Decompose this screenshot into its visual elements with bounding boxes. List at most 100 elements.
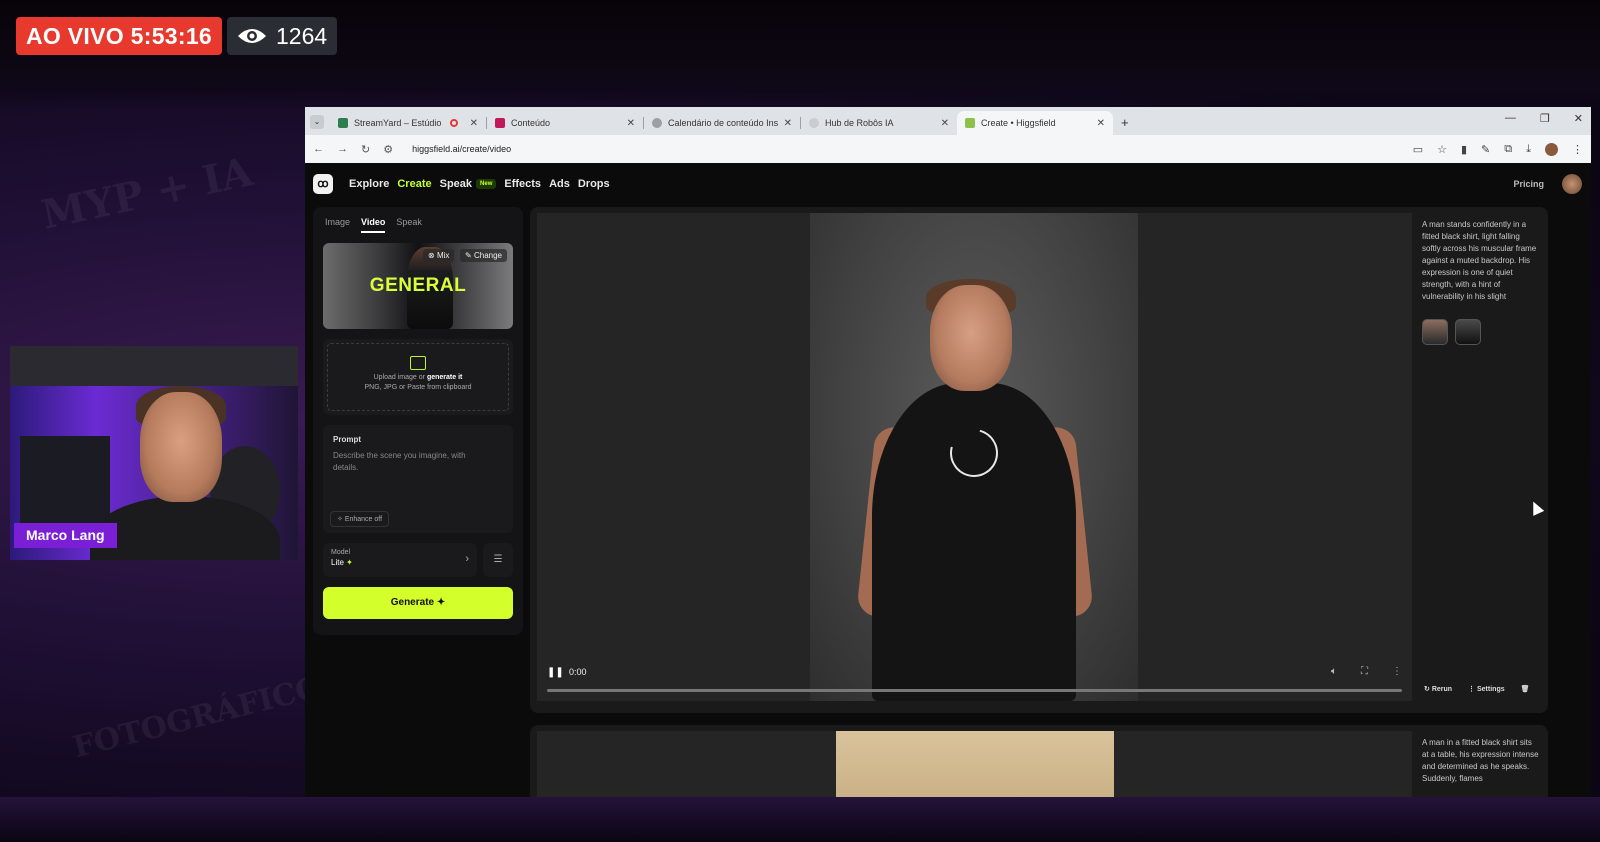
url-field[interactable]: higgsfield.ai/create/video <box>412 144 1400 154</box>
rerun-button[interactable]: ↻ Rerun <box>1424 685 1452 693</box>
result-actions: ↻ Rerun ⋮ Settings 🗑︎ <box>1424 685 1530 693</box>
sparkle-icon: ✦ <box>346 558 353 567</box>
bookmark-star-icon[interactable]: ☆ <box>1437 143 1447 156</box>
generate-label: Generate <box>390 597 435 608</box>
generate-button[interactable]: Generate ✦ <box>323 587 513 619</box>
generate-link[interactable]: generate it <box>427 374 462 381</box>
settings-button[interactable]: ⋮ Settings <box>1468 685 1505 693</box>
live-badge: AO VIVO 5:53:16 <box>16 17 223 55</box>
pause-icon[interactable]: ❚❚ <box>547 667 564 678</box>
upload-hint: PNG, JPG or Paste from clipboard <box>364 384 472 391</box>
tab-higgsfield[interactable]: Create • Higgsfield ✕ <box>957 111 1113 135</box>
toolbar-icons: ▭ ☆ ▮ ✎ ⧉ ⤓ ⋮ <box>1413 142 1583 156</box>
nav-pricing[interactable]: Pricing <box>1513 179 1544 189</box>
window-controls: — ❐ ✕ <box>1505 112 1583 125</box>
close-icon[interactable]: ✕ <box>627 118 635 129</box>
tab-streamyard[interactable]: StreamYard – Estúdio ✕ <box>330 111 486 135</box>
nav-drops[interactable]: Drops <box>578 178 610 190</box>
mix-button[interactable]: ⊗ Mix <box>423 249 455 262</box>
nav-speak[interactable]: Speak <box>440 178 472 190</box>
video-frame <box>836 731 1114 797</box>
eye-icon <box>238 29 266 43</box>
reload-icon[interactable]: ↻ <box>361 143 370 156</box>
video-player[interactable] <box>537 213 1412 701</box>
model-value-row: Lite ✦ <box>331 558 469 567</box>
forward-icon[interactable]: → <box>337 143 348 155</box>
video-progress-bar[interactable] <box>547 689 1402 692</box>
close-icon[interactable]: ✕ <box>784 118 792 129</box>
mode-tabs: Image Video Speak <box>325 217 513 233</box>
viewer-count: 1264 <box>276 23 328 49</box>
reference-thumbnail[interactable] <box>1422 319 1448 345</box>
tab-conteudo[interactable]: Conteúdo ✕ <box>487 111 643 135</box>
upload-text-line: Upload image or generate it <box>328 374 508 381</box>
tab-label: Hub de Robôs IA <box>825 118 894 128</box>
reference-thumbnails <box>1422 319 1481 345</box>
sparkle-icon: ✦ <box>436 597 446 608</box>
settings-label: Settings <box>1477 686 1505 693</box>
download-icon[interactable]: ⤓ <box>1526 143 1531 156</box>
video-frame <box>810 213 1138 701</box>
tab-search-button[interactable]: ⌄ <box>310 115 324 129</box>
model-selector[interactable]: Model Lite ✦ › <box>323 543 477 577</box>
higgsfield-logo[interactable]: ꝏ <box>313 174 333 194</box>
enhance-toggle[interactable]: ✧ Enhance off <box>330 511 390 527</box>
more-options-icon[interactable]: ⋮ <box>1392 666 1402 677</box>
tab-calendario[interactable]: Calendário de conteúdo Instagr ✕ <box>644 111 800 135</box>
upload-text: Upload image or <box>373 374 425 381</box>
stream-bottom <box>0 797 1600 842</box>
prompt-placeholder: Describe the scene you imagine, with det… <box>333 451 466 472</box>
volume-icon[interactable]: 🔈︎ <box>1331 666 1337 677</box>
tab-image[interactable]: Image <box>325 217 350 233</box>
cast-icon[interactable]: ▭ <box>1413 143 1423 156</box>
preset-title: GENERAL <box>369 275 467 296</box>
reference-thumbnail[interactable] <box>1455 319 1481 345</box>
tab-label: Create • Higgsfield <box>981 118 1056 128</box>
close-icon[interactable]: ✕ <box>1097 118 1105 129</box>
model-label: Model <box>331 549 351 556</box>
puzzle-icon[interactable]: ⧉ <box>1504 143 1512 156</box>
video-time: 0:00 <box>569 667 587 677</box>
trash-icon[interactable]: 🗑︎ <box>1521 685 1530 693</box>
tab-hub-robos[interactable]: Hub de Robôs IA ✕ <box>801 111 957 135</box>
streamyard-favicon <box>338 118 348 128</box>
upload-dropzone[interactable]: Upload image or generate it PNG, JPG or … <box>323 339 513 415</box>
change-button[interactable]: ✎ Change <box>460 249 507 262</box>
new-tab-button[interactable]: + <box>1121 115 1129 130</box>
close-icon[interactable]: ✕ <box>470 118 478 129</box>
presenter-name-tag: Marco Lang <box>14 523 117 548</box>
model-row: Model Lite ✦ › ☰ <box>323 543 513 577</box>
model-value: Lite <box>331 558 344 567</box>
pen-icon[interactable]: ✎ <box>1481 143 1490 156</box>
tab-video[interactable]: Video <box>361 217 386 233</box>
nav-create[interactable]: Create <box>397 178 431 190</box>
background-watermark: FOTOGRÁFICO <box>69 669 326 766</box>
result-card: A man in a fitted black shirt sits at a … <box>530 725 1548 797</box>
nav-ads[interactable]: Ads <box>549 178 570 190</box>
minimize-icon[interactable]: — <box>1505 112 1516 125</box>
prompt-field[interactable]: Prompt Describe the scene you imagine, w… <box>323 425 513 533</box>
result-card: ❚❚ 0:00 🔈︎ ⛶ ⋮ A man stands confidently … <box>530 207 1548 713</box>
menu-dots-icon[interactable]: ⋮ <box>1572 143 1583 156</box>
restore-icon[interactable]: ❐ <box>1540 112 1550 125</box>
user-avatar[interactable] <box>1562 174 1582 194</box>
video-player[interactable] <box>537 731 1412 797</box>
sliders-icon[interactable]: ☰ <box>483 543 513 577</box>
result-description: A man stands confidently in a fitted bla… <box>1422 220 1537 301</box>
rerun-label: Rerun <box>1431 686 1453 693</box>
tab-bar: ⌄ StreamYard – Estúdio ✕ Conteúdo ✕ Cale… <box>305 107 1591 135</box>
top-nav: ꝏ Explore Create Speak New Effects Ads D… <box>305 163 1591 205</box>
close-window-icon[interactable]: ✕ <box>1574 112 1583 125</box>
nav-explore[interactable]: Explore <box>349 178 389 190</box>
fullscreen-icon[interactable]: ⛶ <box>1361 666 1368 677</box>
preset-card[interactable]: GENERAL ⊗ Mix ✎ Change <box>323 243 513 329</box>
back-icon[interactable]: ← <box>313 143 324 155</box>
tab-speak[interactable]: Speak <box>396 217 422 233</box>
nav-effects[interactable]: Effects <box>504 178 541 190</box>
site-info-icon[interactable]: ⚙ <box>383 143 393 156</box>
extension-icon[interactable]: ▮ <box>1461 143 1467 156</box>
browser-window: ⌄ StreamYard – Estúdio ✕ Conteúdo ✕ Cale… <box>305 107 1591 797</box>
address-bar: ← → ↻ ⚙ higgsfield.ai/create/video ▭ ☆ ▮… <box>305 135 1591 163</box>
close-icon[interactable]: ✕ <box>941 118 949 129</box>
profile-avatar[interactable] <box>1545 142 1558 156</box>
